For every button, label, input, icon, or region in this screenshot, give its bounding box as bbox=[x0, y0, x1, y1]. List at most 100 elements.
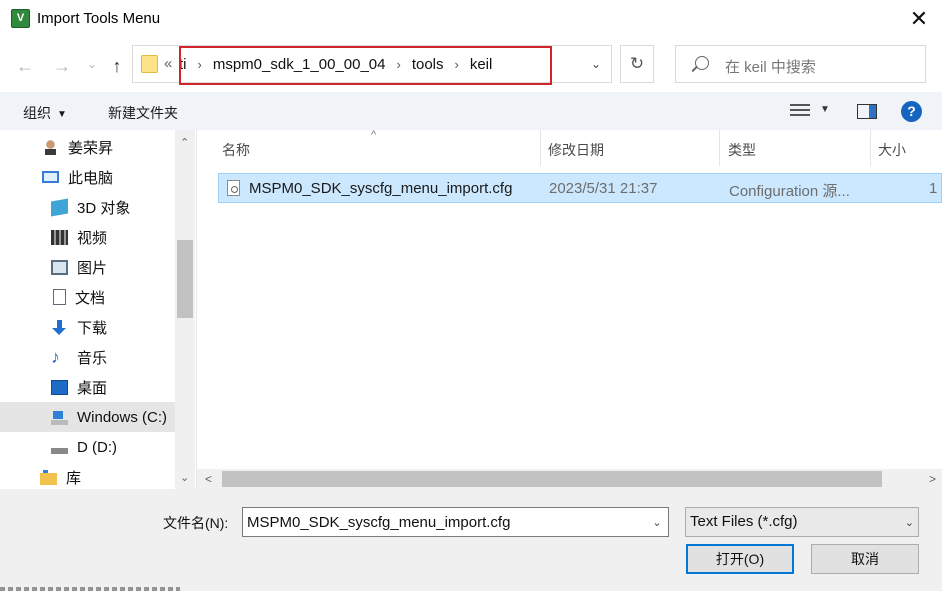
music-icon: ♪ bbox=[51, 346, 60, 367]
scroll-left-icon[interactable]: < bbox=[205, 472, 212, 486]
column-header-size[interactable]: 大小 bbox=[878, 140, 906, 160]
open-button[interactable]: 打开(O) bbox=[686, 544, 794, 574]
forward-button[interactable]: → bbox=[50, 54, 74, 78]
close-button[interactable]: ✕ bbox=[896, 0, 942, 38]
sidebar-item-desktop[interactable]: 桌面 bbox=[0, 372, 175, 402]
address-bar[interactable]: « ti › mspm0_sdk_1_00_00_04 › tools › ke… bbox=[132, 45, 612, 83]
sidebar-item-this-pc[interactable]: 此电脑 bbox=[0, 162, 175, 192]
window-edge-artifact bbox=[0, 587, 180, 591]
refresh-button[interactable]: ↻ bbox=[620, 45, 654, 83]
back-button[interactable]: ← bbox=[13, 54, 37, 78]
filename-input[interactable] bbox=[247, 512, 637, 532]
chevron-down-icon: ⌄ bbox=[652, 516, 662, 529]
sidebar-item-windows-c[interactable]: Windows (C:) bbox=[0, 402, 175, 432]
organize-button[interactable]: 组织 ▼ bbox=[23, 103, 67, 123]
breadcrumb-separator-icon[interactable]: › bbox=[455, 57, 459, 72]
chevron-down-icon: ⌄ bbox=[86, 57, 98, 71]
filename-combobox[interactable]: ⌄ bbox=[242, 507, 669, 537]
arrow-right-icon: → bbox=[53, 55, 71, 76]
breadcrumb-separator-icon[interactable]: › bbox=[198, 57, 202, 72]
breadcrumb-overflow-icon[interactable]: « bbox=[164, 55, 172, 72]
search-box[interactable]: 在 keil 中搜索 bbox=[675, 45, 926, 83]
dialog-footer: 文件名(N): ⌄ Text Files (*.cfg) ⌄ 打开(O) 取消 bbox=[0, 489, 942, 591]
recent-locations-button[interactable]: ⌄ bbox=[80, 52, 104, 76]
column-separator[interactable] bbox=[540, 130, 541, 166]
file-type: Configuration 源... bbox=[729, 183, 850, 200]
breadcrumb-separator-icon[interactable]: › bbox=[396, 57, 400, 72]
scroll-down-icon[interactable]: ⌄ bbox=[180, 471, 189, 484]
sidebar-item-label: 视频 bbox=[77, 229, 108, 247]
column-header-type[interactable]: 类型 bbox=[728, 140, 756, 160]
sort-ascending-icon: ^ bbox=[371, 129, 377, 141]
video-icon bbox=[51, 229, 68, 245]
search-icon bbox=[695, 56, 709, 70]
sidebar-item-label: 姜荣昇 bbox=[68, 139, 114, 157]
app-icon: V bbox=[11, 9, 30, 28]
file-modified: 2023/5/31 21:37 bbox=[549, 180, 658, 197]
up-button[interactable]: ↑ bbox=[105, 54, 129, 78]
sidebar-item-documents[interactable]: 文档 bbox=[0, 282, 175, 312]
folder-icon bbox=[141, 55, 158, 73]
system-drive-icon bbox=[51, 409, 68, 425]
sidebar-item-drive-d[interactable]: D (D:) bbox=[0, 432, 175, 462]
caret-down-icon: ▼ bbox=[57, 109, 67, 120]
filename-dropdown-button[interactable]: ⌄ bbox=[646, 508, 668, 536]
scrollbar-thumb[interactable] bbox=[222, 471, 882, 487]
file-name: MSPM0_SDK_syscfg_menu_import.cfg bbox=[249, 180, 513, 197]
sidebar-item-pictures[interactable]: 图片 bbox=[0, 252, 175, 282]
sidebar-item-label: 图片 bbox=[77, 259, 108, 277]
breadcrumb-item-keil[interactable]: keil bbox=[470, 56, 493, 73]
command-toolbar: 组织 ▼ 新建文件夹 ▼ ? bbox=[0, 92, 942, 130]
sidebar-item-videos[interactable]: 视频 bbox=[0, 222, 175, 252]
column-header-modified[interactable]: 修改日期 bbox=[548, 140, 604, 160]
filetype-select[interactable]: Text Files (*.cfg) ⌄ bbox=[685, 507, 919, 537]
column-separator[interactable] bbox=[870, 130, 871, 166]
file-list: ^ 名称 修改日期 类型 大小 MSPM0_SDK_syscfg_menu_im… bbox=[197, 129, 942, 469]
chevron-down-icon: ⌄ bbox=[904, 517, 914, 529]
sidebar-item-library[interactable]: 库 bbox=[0, 462, 175, 489]
column-header-name[interactable]: 名称 bbox=[222, 140, 250, 160]
scroll-right-icon[interactable]: > bbox=[929, 472, 936, 486]
view-dropdown-icon[interactable]: ▼ bbox=[820, 104, 830, 115]
cube-3d-icon bbox=[51, 198, 68, 216]
sidebar-item-label: Windows (C:) bbox=[77, 408, 168, 426]
help-icon[interactable]: ? bbox=[901, 101, 922, 122]
preview-pane-icon[interactable] bbox=[857, 104, 877, 119]
cancel-button[interactable]: 取消 bbox=[811, 544, 919, 574]
file-list-horizontal-scrollbar[interactable]: < > bbox=[197, 469, 942, 489]
new-folder-button[interactable]: 新建文件夹 bbox=[108, 103, 178, 123]
sidebar-item-user[interactable]: 姜荣昇 bbox=[0, 132, 175, 162]
chevron-down-icon: ⌄ bbox=[590, 57, 602, 71]
breadcrumb: ti › mspm0_sdk_1_00_00_04 › tools › keil bbox=[179, 47, 492, 81]
filetype-value: Text Files (*.cfg) bbox=[690, 513, 798, 530]
close-icon: ✕ bbox=[909, 6, 929, 31]
sidebar-item-music[interactable]: ♪ 音乐 bbox=[0, 342, 175, 372]
column-separator[interactable] bbox=[719, 130, 720, 166]
pictures-icon bbox=[51, 259, 68, 275]
sidebar-item-label: 3D 对象 bbox=[77, 199, 131, 217]
sidebar-item-downloads[interactable]: 下载 bbox=[0, 312, 175, 342]
window-title: Import Tools Menu bbox=[37, 10, 161, 27]
navigation-pane: 姜荣昇 此电脑 3D 对象 视频 图片 文档 下载 ♪ 音乐 桌面 Window… bbox=[0, 130, 196, 489]
scrollbar-thumb[interactable] bbox=[177, 240, 193, 318]
sidebar-item-label: 文档 bbox=[75, 289, 106, 307]
sidebar-item-label: 音乐 bbox=[77, 349, 108, 367]
title-bar: V Import Tools Menu ✕ bbox=[0, 0, 942, 38]
refresh-icon: ↻ bbox=[629, 54, 645, 73]
documents-icon bbox=[53, 289, 66, 305]
search-placeholder[interactable]: 在 keil 中搜索 bbox=[725, 56, 816, 77]
breadcrumb-item-ti[interactable]: ti bbox=[179, 56, 187, 73]
sidebar-scrollbar[interactable]: ⌃ ⌄ bbox=[175, 130, 195, 489]
file-row[interactable]: MSPM0_SDK_syscfg_menu_import.cfg 2023/5/… bbox=[218, 173, 942, 203]
breadcrumb-item-sdk[interactable]: mspm0_sdk_1_00_00_04 bbox=[213, 56, 386, 73]
sidebar-item-3d-objects[interactable]: 3D 对象 bbox=[0, 192, 175, 222]
scroll-up-icon[interactable]: ⌃ bbox=[180, 136, 189, 149]
address-dropdown-button[interactable]: ⌄ bbox=[581, 46, 611, 82]
sidebar-item-label: D (D:) bbox=[77, 438, 117, 456]
sidebar-item-label: 下载 bbox=[77, 319, 108, 337]
library-icon bbox=[40, 469, 57, 485]
download-icon bbox=[51, 319, 68, 335]
file-size: 1 bbox=[929, 180, 938, 197]
breadcrumb-item-tools[interactable]: tools bbox=[412, 56, 444, 73]
view-options-icon[interactable] bbox=[790, 104, 810, 118]
